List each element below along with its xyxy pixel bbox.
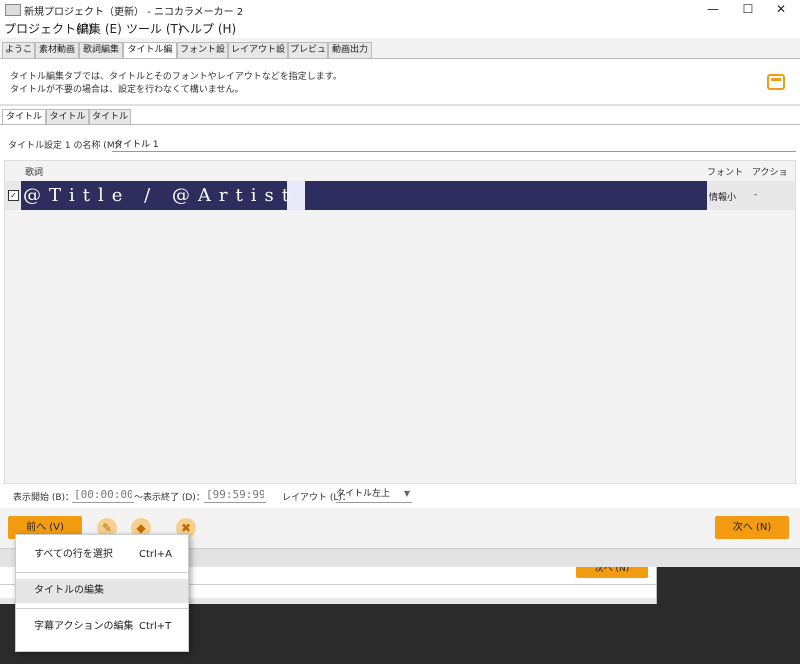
header-lyric: 歌詞 [25,168,44,178]
tab-description: タイトル編集タブでは、タイトルとそのフォントやレイアウトなどを指定します。 タイ… [10,71,342,97]
tab-video-output[interactable]: 動画出力 [328,42,372,59]
description-line-1: タイトル編集タブでは、タイトルとそのフォントやレイアウトなどを指定します。 [10,72,342,82]
menu-item-label: タイトルの編集 [34,585,104,596]
layout-select-value: タイトル左上 [336,489,391,499]
timing-row: 表示開始 (B)： 〜表示終了 (D)： レイアウト (L)： タイトル左上 ▼ [0,484,800,506]
lyric-text: @Title / @Artist [23,185,297,206]
header-font: フォント [707,168,744,178]
action-cell[interactable]: - [754,190,757,200]
row-checkbox[interactable]: ✓ [8,190,19,201]
tab-lyrics-edit[interactable]: 歌詞編集 [79,42,123,59]
main-window: 新規プロジェクト（更新） - ニコカラメーカー 2 — ☐ ✕ プロジェクト(P… [0,0,800,567]
minimize-button[interactable]: — [698,0,728,18]
table-row[interactable]: ✓ @Title / @Artist 情報小 - [5,181,795,210]
end-label: 〜表示終了 (D)： [134,493,205,503]
menu-item-label: すべての行を選択 [34,549,113,560]
chevron-down-icon: ▼ [403,489,410,498]
tab-layout-settings[interactable]: レイアウト設定 [228,42,288,70]
menu-item-label: 字幕アクションの編集 [34,621,134,632]
menu-item-edit-subtitle-action[interactable]: 字幕アクションの編集 Ctrl+T [16,615,188,639]
tab-welcome[interactable]: ようこそ [2,42,35,70]
menu-help[interactable]: ヘルプ (H) [178,20,236,37]
window-title: 新規プロジェクト（更新） - ニコカラメーカー 2 [24,7,244,18]
menu-bar: プロジェクト(P) 編集 (E) ツール (T) ヘルプ (H) [0,18,800,38]
subtab-title-3[interactable]: タイトル 3 [89,109,131,136]
menu-separator [16,608,188,609]
title-name-input[interactable] [112,135,796,152]
subtab-title-1[interactable]: タイトル 1 [2,109,46,136]
tab-font-settings[interactable]: フォント設定 [177,42,228,70]
tab-source-video[interactable]: 素材動画 [35,42,79,59]
menu-item-shortcut: Ctrl+T [139,621,172,632]
lyric-cell[interactable]: @Title / @Artist [21,181,707,210]
menu-item-edit-title[interactable]: タイトルの編集 [16,579,188,603]
close-button[interactable]: ✕ [766,0,796,18]
menu-separator [16,572,188,573]
start-label: 表示開始 (B)： [13,493,75,503]
layout-select[interactable]: タイトル左上 ▼ [336,486,412,503]
description-line-2: タイトルが不要の場合は、設定を行わなくて構いません。 [10,85,244,95]
menu-tools[interactable]: ツール (T) [126,20,183,37]
app-icon [5,4,21,16]
menu-item-select-all[interactable]: すべての行を選択 Ctrl+A [16,543,188,567]
title-grid[interactable]: 歌詞 フォント アクション ✓ @Title / @Artist 情報小 - [4,160,796,484]
context-menu: すべての行を選択 Ctrl+A タイトルの編集 字幕アクションの編集 Ctrl+… [15,534,189,652]
folder-icon[interactable] [767,74,785,90]
menu-item-shortcut: Ctrl+A [139,549,173,560]
divider [0,104,800,106]
title-bar: 新規プロジェクト（更新） - ニコカラメーカー 2 — ☐ ✕ [0,0,800,18]
subtab-title-2[interactable]: タイトル 2 [46,109,89,136]
font-cell[interactable]: 情報小 [709,190,736,203]
maximize-button[interactable]: ☐ [733,0,763,18]
start-time-input[interactable] [72,486,134,503]
next-button[interactable]: 次へ (N) [715,516,789,539]
end-time-input[interactable] [204,486,266,503]
tab-preview[interactable]: プレビュー [288,42,328,70]
title-name-label: タイトル設定 1 の名称 (M)： [8,141,128,151]
menu-edit[interactable]: 編集 (E) [77,20,122,37]
